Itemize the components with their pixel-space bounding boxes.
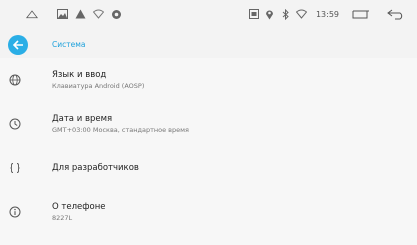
settings-item-language-input[interactable]: Язык и ввод Клавиатура Android (AOSP)	[0, 58, 417, 102]
info-icon	[9, 190, 21, 234]
settings-item-about-phone[interactable]: О телефоне 8227L	[0, 190, 417, 234]
item-summary: Клавиатура Android (AOSP)	[52, 81, 145, 90]
clock-icon	[9, 102, 21, 146]
settings-item-developer-options[interactable]: Для разработчиков	[0, 146, 417, 190]
settings-item-date-time[interactable]: Дата и время GMT+03:00 Москва, стандартн…	[0, 102, 417, 146]
nav-back-icon[interactable]	[385, 8, 407, 20]
app-toolbar: Система	[0, 32, 417, 58]
home-icon[interactable]	[26, 8, 38, 20]
warning-icon	[74, 8, 86, 20]
location-pin-icon	[264, 8, 276, 20]
settings-list: Язык и ввод Клавиатура Android (AOSP) Да…	[0, 58, 417, 234]
bluetooth-icon	[280, 8, 292, 20]
settings-gear-icon	[110, 8, 122, 20]
wifi-icon	[92, 8, 104, 20]
item-summary: GMT+03:00 Москва, стандартное время	[52, 125, 189, 134]
sim-card-icon	[248, 8, 260, 20]
page-title: Система	[52, 40, 86, 49]
item-title: Язык и ввод	[52, 69, 107, 80]
image-icon	[56, 8, 68, 20]
item-title: Дата и время	[52, 113, 113, 124]
back-button[interactable]	[8, 35, 28, 55]
status-left-group	[26, 8, 122, 20]
wifi-signal-icon	[296, 8, 308, 20]
braces-icon	[9, 146, 21, 190]
arrow-left-icon	[12, 40, 23, 50]
status-bar: 13:59	[0, 0, 417, 32]
item-title: О телефоне	[52, 201, 106, 212]
recent-apps-icon[interactable]	[349, 8, 371, 20]
item-summary: 8227L	[52, 213, 73, 222]
status-right-group: 13:59	[248, 8, 407, 20]
status-clock: 13:59	[315, 9, 339, 19]
globe-icon	[9, 58, 21, 102]
item-title: Для разработчиков	[52, 162, 139, 173]
